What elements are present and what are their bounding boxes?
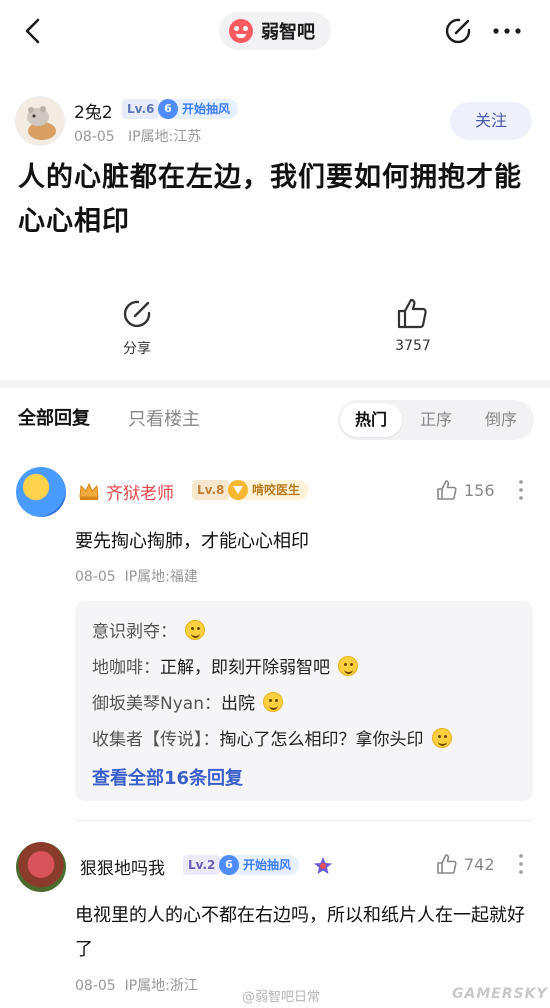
tab-all-replies[interactable]: 全部回复 xyxy=(18,404,90,430)
sub-reply[interactable]: 收集者【传说】： 掏心了怎么相印？拿你头印 xyxy=(92,725,452,750)
comment-meta: 08-05 IP属地:福建 xyxy=(75,566,198,586)
share-action-icon[interactable] xyxy=(121,298,153,330)
emoji-icon xyxy=(338,655,358,676)
share-action-label[interactable]: 分享 xyxy=(112,338,162,358)
tab-owner-only[interactable]: 只看楼主 xyxy=(128,405,200,431)
comment-meta: 08-05 IP属地:浙江 xyxy=(75,975,198,995)
comment-author-name[interactable]: 齐狱老师 xyxy=(106,479,174,504)
fan-level-number: 6 xyxy=(158,99,178,119)
sub-reply-user: 御坂美琴Nyan： xyxy=(92,694,221,714)
comment-text: 电视里的人的心不都在右边吗，所以和纸片人在一起就好了 xyxy=(75,905,525,960)
author-avatar[interactable] xyxy=(15,96,65,146)
comment-level-badge: Lv.2 xyxy=(183,855,221,875)
crown-icon xyxy=(79,482,99,500)
sub-reply-user: 收集者【传说】： xyxy=(92,730,220,750)
thumbs-up-icon[interactable] xyxy=(436,479,458,501)
comment-like-count: 742 xyxy=(464,855,495,874)
follow-button[interactable]: 关注 xyxy=(450,102,532,140)
fan-level-number: 6 xyxy=(219,855,239,875)
comment-avatar[interactable] xyxy=(16,467,66,517)
comment-level-badge: Lv.8 xyxy=(192,480,230,500)
forum-name-pill[interactable]: 弱智吧 xyxy=(219,12,331,50)
site-watermark: GAMERSKY xyxy=(452,986,548,1002)
back-arrow-icon[interactable] xyxy=(18,16,48,46)
sub-reply[interactable]: 意识剥夺： xyxy=(92,617,205,642)
comment-divider xyxy=(75,820,533,821)
sort-toggle: 热门 正序 倒序 xyxy=(338,400,534,440)
author-name[interactable]: 2兔2 xyxy=(74,98,113,123)
sort-ascending[interactable]: 正序 xyxy=(405,400,467,440)
comment-like-count: 156 xyxy=(464,481,495,500)
sub-reply-text: 出院 xyxy=(220,694,255,714)
sub-reply-text: 掏心了怎么相印？拿你头印 xyxy=(219,730,424,750)
more-vertical-icon[interactable] xyxy=(517,479,525,501)
more-dots-icon[interactable] xyxy=(492,20,522,42)
sub-reply-user: 意识剥夺： xyxy=(92,622,177,642)
forum-logo-icon xyxy=(229,19,253,43)
emoji-icon xyxy=(262,691,283,712)
comment-date: 08-05 xyxy=(75,978,116,994)
emoji-icon xyxy=(431,727,452,748)
sort-descending[interactable]: 倒序 xyxy=(470,400,532,440)
medal-icon xyxy=(314,857,332,874)
comment-text: 要先掏心掏肺，才能心心相印 xyxy=(75,531,309,552)
view-all-replies-link[interactable]: 查看全部16条回复 xyxy=(92,764,243,790)
forum-name: 弱智吧 xyxy=(261,22,315,43)
sort-hot[interactable]: 热门 xyxy=(340,403,402,437)
more-vertical-icon[interactable] xyxy=(517,853,525,875)
post-like-count: 3757 xyxy=(395,338,431,354)
sub-reply[interactable]: 御坂美琴Nyan： 出院 xyxy=(92,689,283,714)
comment-author-name[interactable]: 狠狠地吗我 xyxy=(80,854,165,879)
title-badge-label: 啃咬医生 xyxy=(252,483,301,497)
author-meta: 08-05 IP属地:江苏 xyxy=(74,126,201,146)
author-fan-badge: 6 开始抽风 xyxy=(158,99,239,119)
sub-replies-box[interactable]: 意识剥夺： 地咖啡： 正解，即刻开除弱智吧 御坂美琴Nyan： 出院 收集者【传… xyxy=(75,601,533,801)
weibo-watermark: @弱智吧日常 xyxy=(242,990,321,1005)
fan-badge-label: 开始抽风 xyxy=(243,858,292,872)
section-divider xyxy=(0,380,550,388)
comment-ip: IP属地:浙江 xyxy=(124,978,198,994)
comment-ip: IP属地:福建 xyxy=(124,569,198,585)
comment-fan-badge: 6 开始抽风 xyxy=(219,855,300,875)
comment-title-badge: 啃咬医生 xyxy=(228,480,309,500)
hamster-avatar-icon xyxy=(27,106,56,140)
sub-reply-user: 地咖啡： xyxy=(92,658,160,678)
sub-reply[interactable]: 地咖啡： 正解，即刻开除弱智吧 xyxy=(92,653,358,678)
post-date: 08-05 xyxy=(74,129,115,145)
share-icon[interactable] xyxy=(443,16,473,46)
comment-date: 08-05 xyxy=(75,569,116,585)
sub-reply-text: 正解，即刻开除弱智吧 xyxy=(160,658,330,678)
post-ip: IP属地:江苏 xyxy=(128,129,202,145)
fan-badge-label: 开始抽风 xyxy=(182,102,231,116)
thumbs-up-icon[interactable] xyxy=(436,853,458,875)
comment-avatar[interactable] xyxy=(16,842,66,892)
post-title: 人的心脏都在左边，我们要如何拥抱才能心心相印 xyxy=(18,162,522,237)
thumbs-up-icon[interactable] xyxy=(395,296,429,330)
emoji-icon xyxy=(185,619,205,640)
diamond-icon xyxy=(228,480,248,500)
author-level-badge: Lv.6 xyxy=(122,99,160,119)
